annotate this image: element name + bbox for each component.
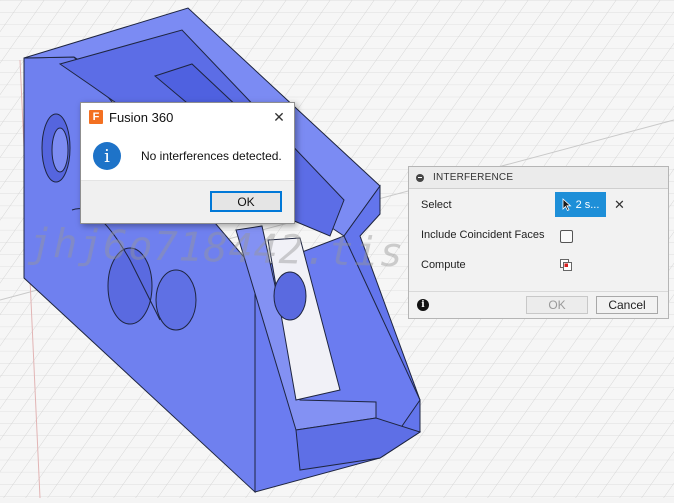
compute-row: Compute (421, 259, 466, 271)
compute-label: Compute (421, 259, 466, 271)
close-button[interactable]: ✕ (264, 103, 294, 131)
select-row: Select (421, 199, 452, 211)
close-icon: ✕ (273, 108, 285, 125)
coincident-faces-checkbox[interactable] (560, 230, 573, 243)
cancel-button[interactable]: Cancel (596, 296, 658, 314)
dialog-footer: OK (81, 180, 294, 223)
dialog-title: Fusion 360 (109, 109, 174, 125)
coincident-faces-label: Include Coincident Faces (421, 229, 545, 241)
panel-ok-button[interactable]: OK (526, 296, 588, 314)
panel-title: INTERFERENCE (433, 172, 514, 183)
interference-panel: INTERFERENCE Select 2 s... ✕ Include Coi… (408, 166, 669, 319)
panel-footer: i OK Cancel (409, 291, 668, 318)
panel-header[interactable]: INTERFERENCE (409, 167, 668, 189)
clear-selection-icon[interactable]: ✕ (614, 197, 625, 213)
cursor-arrow-icon (562, 198, 572, 211)
collapse-icon[interactable] (416, 173, 424, 182)
ok-button[interactable]: OK (210, 191, 282, 212)
select-label: Select (421, 199, 452, 211)
dialog-titlebar: F Fusion 360 ✕ (81, 103, 294, 131)
dialog-message: No interferences detected. (141, 149, 282, 163)
message-dialog: F Fusion 360 ✕ i No interferences detect… (80, 102, 295, 224)
fusion-logo-icon: F (89, 110, 103, 124)
select-count: 2 s... (575, 198, 600, 211)
info-icon[interactable]: i (417, 299, 429, 311)
info-icon: i (93, 142, 121, 170)
select-bodies-button[interactable]: 2 s... (555, 192, 606, 217)
coincident-row: Include Coincident Faces (421, 229, 545, 241)
compute-icon[interactable] (560, 259, 572, 271)
dialog-body: i No interferences detected. (81, 131, 294, 181)
